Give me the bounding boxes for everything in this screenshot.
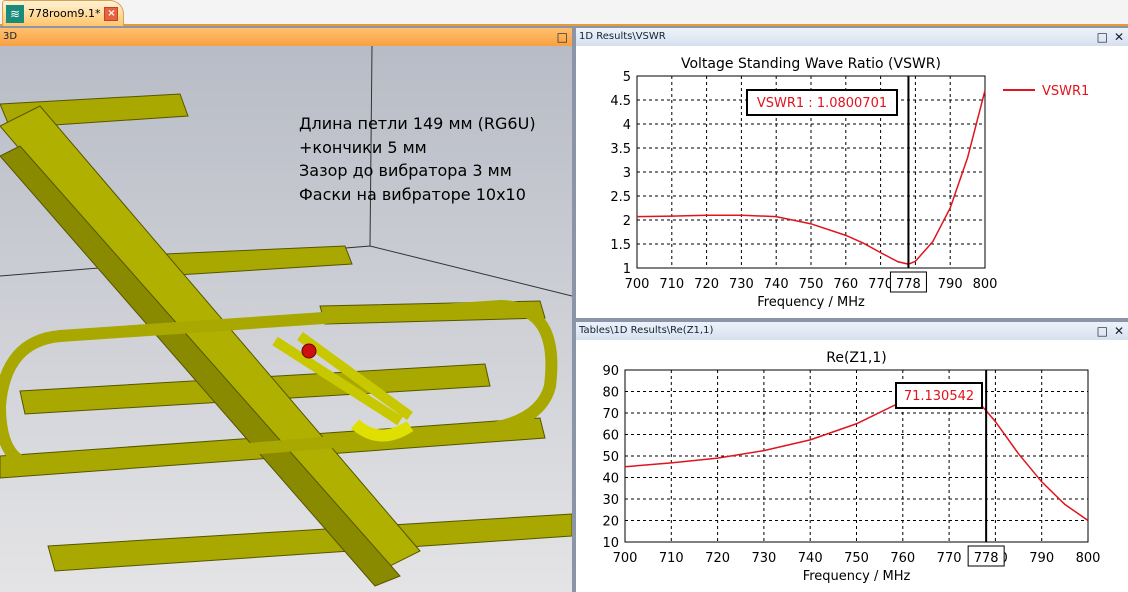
maximize-icon[interactable]: □ (1097, 322, 1108, 340)
panel-header: Tables\1D Results\Re(Z1,1) □ ✕ (576, 322, 1128, 340)
marker-value-annotation: 71.130542 (904, 389, 974, 404)
x-tick-label: 770 (937, 551, 962, 566)
x-axis-label: Frequency / MHz (803, 569, 911, 584)
re-z-panel: Tables\1D Results\Re(Z1,1) □ ✕ Re(Z1,1) 70… (576, 322, 1128, 592)
y-tick-label: 2.5 (610, 190, 631, 205)
marker-value-annotation: VSWR1 : 1.0800701 (757, 96, 887, 111)
panel-title: 1D Results\VSWR (579, 31, 666, 42)
y-tick-label: 30 (602, 493, 619, 508)
y-tick-label: 5 (623, 70, 631, 85)
legend-label: VSWR1 (1042, 84, 1089, 99)
x-tick-label: 750 (799, 277, 824, 292)
y-tick-label: 80 (602, 386, 619, 401)
maximize-icon[interactable]: □ (557, 28, 568, 46)
y-tick-label: 10 (602, 536, 619, 551)
vswr-panel: 1D Results\VSWR □ ✕ Voltage Standing Wave… (576, 28, 1128, 318)
x-axis-label: Frequency / MHz (757, 295, 865, 310)
note-line: Фаски на вибраторе 10x10 (299, 184, 526, 204)
y-tick-label: 4.5 (610, 94, 631, 109)
note-line: +кончики 5 мм (299, 137, 427, 157)
x-tick-label: 710 (659, 551, 684, 566)
y-tick-label: 3.5 (610, 142, 631, 157)
y-tick-label: 70 (602, 407, 619, 422)
x-tick-label: 720 (694, 277, 719, 292)
x-tick-label: 700 (625, 277, 650, 292)
y-tick-label: 1.5 (610, 238, 631, 253)
panel-title: 3D (3, 31, 18, 42)
y-tick-label: 40 (602, 472, 619, 487)
close-tab-icon[interactable]: × (104, 6, 119, 21)
y-tick-label: 2 (623, 214, 631, 229)
x-tick-label: 700 (613, 551, 638, 566)
y-tick-label: 3 (623, 166, 631, 181)
annotation-text: Длина петли 149 мм (RG6U) +кончики 5 мм … (299, 112, 536, 206)
x-tick-label: 740 (764, 277, 789, 292)
x-tick-label: 720 (705, 551, 730, 566)
x-tick-label: 730 (751, 551, 776, 566)
x-tick-label: 740 (798, 551, 823, 566)
chart-title: Re(Z1,1) (826, 350, 887, 366)
series-line (624, 384, 1089, 522)
note-line: Зазор до вибратора 3 мм (299, 161, 512, 180)
y-tick-label: 60 (602, 429, 619, 444)
x-tick-label: 800 (973, 277, 998, 292)
x-tick-label: 710 (659, 277, 684, 292)
y-tick-label: 4 (623, 118, 631, 133)
x-tick-label: 800 (1076, 551, 1101, 566)
x-tick-label: 760 (890, 551, 915, 566)
marker-label: 778 (896, 277, 921, 292)
document-tab-title: 778room9.1* (28, 7, 101, 20)
cst-wave-icon: ≋ (6, 4, 24, 23)
note-line: Длина петли 149 мм (RG6U) (299, 114, 536, 133)
maximize-icon[interactable]: □ (1097, 28, 1108, 46)
x-tick-label: 790 (1029, 551, 1054, 566)
document-tab[interactable]: ≋ 778room9.1* × (2, 0, 124, 26)
y-tick-label: 1 (623, 262, 631, 277)
document-tab-bar: ≋ 778room9.1* × (0, 0, 1128, 26)
x-tick-label: 760 (833, 277, 858, 292)
chart-title: Voltage Standing Wave Ratio (VSWR) (681, 56, 941, 72)
x-tick-label: 790 (938, 277, 963, 292)
close-icon[interactable]: ✕ (1114, 28, 1124, 46)
panel-header: 1D Results\VSWR □ ✕ (576, 28, 1128, 46)
marker-label: 778 (974, 551, 999, 566)
x-tick-label: 730 (729, 277, 754, 292)
x-tick-label: 750 (844, 551, 869, 566)
re-z-chart[interactable]: Re(Z1,1)70071072073074075076077078079080… (576, 340, 1128, 592)
y-tick-label: 20 (602, 515, 619, 530)
close-icon[interactable]: ✕ (1114, 322, 1124, 340)
y-tick-label: 90 (602, 364, 619, 379)
panel-header: 3D □ (0, 28, 572, 46)
port-marker (301, 343, 317, 359)
vswr-chart[interactable]: Voltage Standing Wave Ratio (VSWR) 700 710… (576, 46, 1128, 318)
y-tick-label: 50 (602, 450, 619, 465)
x-tick-label: 770 (868, 277, 893, 292)
panel-title: Tables\1D Results\Re(Z1,1) (579, 325, 714, 336)
3d-view-panel[interactable]: 3D □ Длина петли 149 мм (RG6U) +кончики … (0, 28, 572, 592)
